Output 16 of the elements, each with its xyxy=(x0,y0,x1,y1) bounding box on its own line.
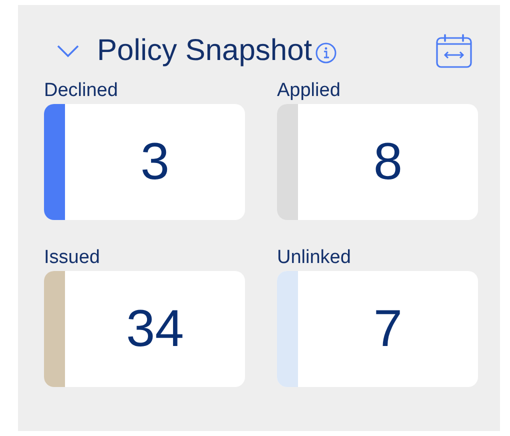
count-value: 34 xyxy=(126,303,184,355)
count-card[interactable]: 3 xyxy=(44,104,245,220)
panel-title: Policy Snapshot xyxy=(97,36,312,66)
count-value: 3 xyxy=(140,136,170,188)
count-card[interactable]: 8 xyxy=(277,104,478,220)
count-card[interactable]: 34 xyxy=(44,271,245,387)
count-card[interactable]: 7 xyxy=(277,271,478,387)
count-value: 7 xyxy=(374,303,402,355)
tile-label: Declined xyxy=(44,81,119,103)
calendar-icon[interactable] xyxy=(436,34,472,68)
info-icon[interactable] xyxy=(315,42,338,64)
tile-label: Applied xyxy=(277,81,342,103)
chevron-down-icon[interactable] xyxy=(57,44,79,58)
tile-label: Unlinked xyxy=(277,248,352,270)
count-value: 8 xyxy=(374,136,402,188)
tile-label: Issued xyxy=(44,248,101,270)
